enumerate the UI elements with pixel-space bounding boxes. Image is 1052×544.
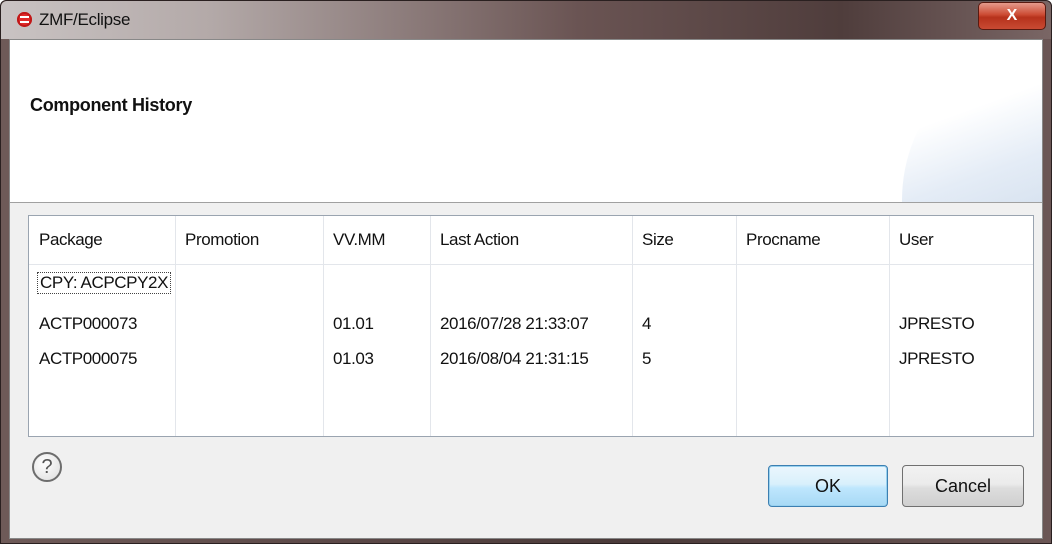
column-header-procname[interactable]: Procname	[746, 230, 821, 250]
close-button[interactable]: X	[978, 2, 1046, 30]
cancel-button[interactable]: Cancel	[902, 465, 1024, 507]
cell-package: ACTP000075	[39, 349, 138, 368]
cell-last-action: 2016/07/28 21:33:07	[440, 314, 589, 333]
cell-size: 4	[642, 314, 652, 333]
column-header-last-action[interactable]: Last Action	[440, 230, 519, 250]
header-decoration	[902, 40, 1042, 202]
ok-button[interactable]: OK	[768, 465, 888, 507]
table-row[interactable]: ACTP000075 01.03 2016/08/04 21:31:15 5 J…	[29, 341, 1033, 377]
component-label[interactable]: CPY: ACPCPY2X	[36, 272, 172, 294]
history-table[interactable]: Package Promotion VV.MM Last Action Size…	[28, 215, 1034, 437]
column-header-size[interactable]: Size	[642, 230, 674, 250]
table-row[interactable]: ACTP000073 01.01 2016/07/28 21:33:07 4 J…	[29, 306, 1033, 342]
dialog-window: ZMF/Eclipse X Component History Package …	[0, 0, 1052, 544]
help-icon[interactable]: ?	[32, 452, 62, 482]
cell-user: JPRESTO	[899, 314, 975, 333]
column-header-package[interactable]: Package	[39, 230, 103, 250]
table-header: Package Promotion VV.MM Last Action Size…	[29, 216, 1033, 265]
dialog-title: Component History	[30, 95, 192, 115]
zmf-app-icon	[17, 12, 32, 27]
cell-package: ACTP000073	[39, 314, 138, 333]
column-header-user[interactable]: User	[899, 230, 934, 250]
dialog-header: Component History	[10, 40, 1042, 203]
cell-user: JPRESTO	[899, 349, 975, 368]
title-bar[interactable]: ZMF/Eclipse X	[1, 1, 1051, 39]
column-header-vvmm[interactable]: VV.MM	[333, 230, 386, 250]
dialog-client-area: Component History Package Promotion VV.M…	[9, 39, 1043, 539]
cell-vvmm: 01.01	[333, 314, 374, 333]
column-header-promotion[interactable]: Promotion	[185, 230, 259, 250]
cell-size: 5	[642, 349, 652, 368]
table-row-component[interactable]: CPY: ACPCPY2X	[29, 270, 1033, 306]
cell-vvmm: 01.03	[333, 349, 374, 368]
window-title: ZMF/Eclipse	[39, 10, 131, 29]
cell-last-action: 2016/08/04 21:31:15	[440, 349, 589, 368]
